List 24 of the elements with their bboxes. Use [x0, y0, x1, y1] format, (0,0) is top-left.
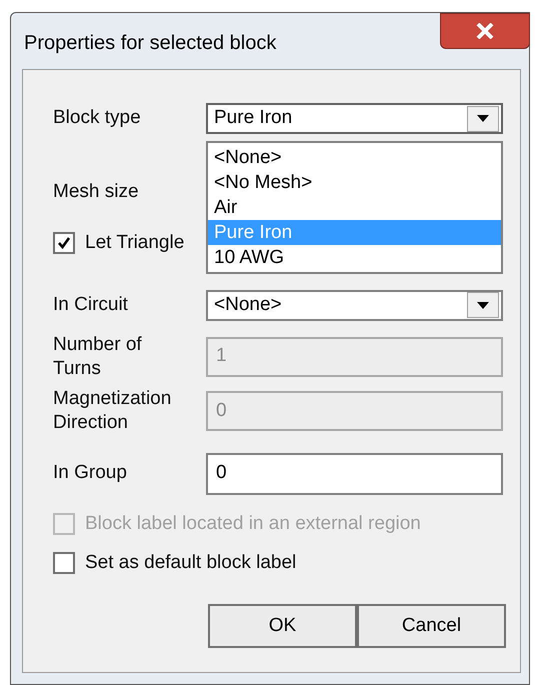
dropdown-arrow-button[interactable]	[467, 292, 499, 318]
dialog-button[interactable]: Cancel	[357, 604, 506, 648]
dropdown-field[interactable]: <None>	[206, 290, 503, 320]
checkbox[interactable]	[53, 552, 75, 574]
checkmark-icon	[57, 236, 71, 250]
caret-icon	[477, 302, 489, 308]
checkbox-label: Set as default block label	[85, 550, 296, 575]
close-icon	[476, 23, 494, 39]
caret-icon	[477, 115, 489, 122]
field-label: Number of Turns	[53, 332, 143, 380]
text-field[interactable]: 0	[206, 452, 503, 494]
dialog-button[interactable]: OK	[208, 604, 357, 648]
field-label: In Group	[53, 461, 128, 486]
dropdown-arrow-button[interactable]	[467, 106, 499, 132]
field-label: In Circuit	[53, 292, 129, 317]
field-label: Block type	[53, 106, 142, 130]
checkbox-label: Block label located in an external region	[85, 512, 421, 536]
checkbox[interactable]	[53, 232, 75, 254]
dropdown-field[interactable]: Pure Iron	[206, 103, 503, 134]
window-title: Properties for selected block	[24, 31, 278, 56]
close-button[interactable]	[440, 13, 530, 49]
field-label: Mesh size	[53, 180, 139, 204]
field-label: Magnetization Direction	[53, 387, 172, 435]
checkbox-label: Let Triangle	[85, 230, 184, 255]
